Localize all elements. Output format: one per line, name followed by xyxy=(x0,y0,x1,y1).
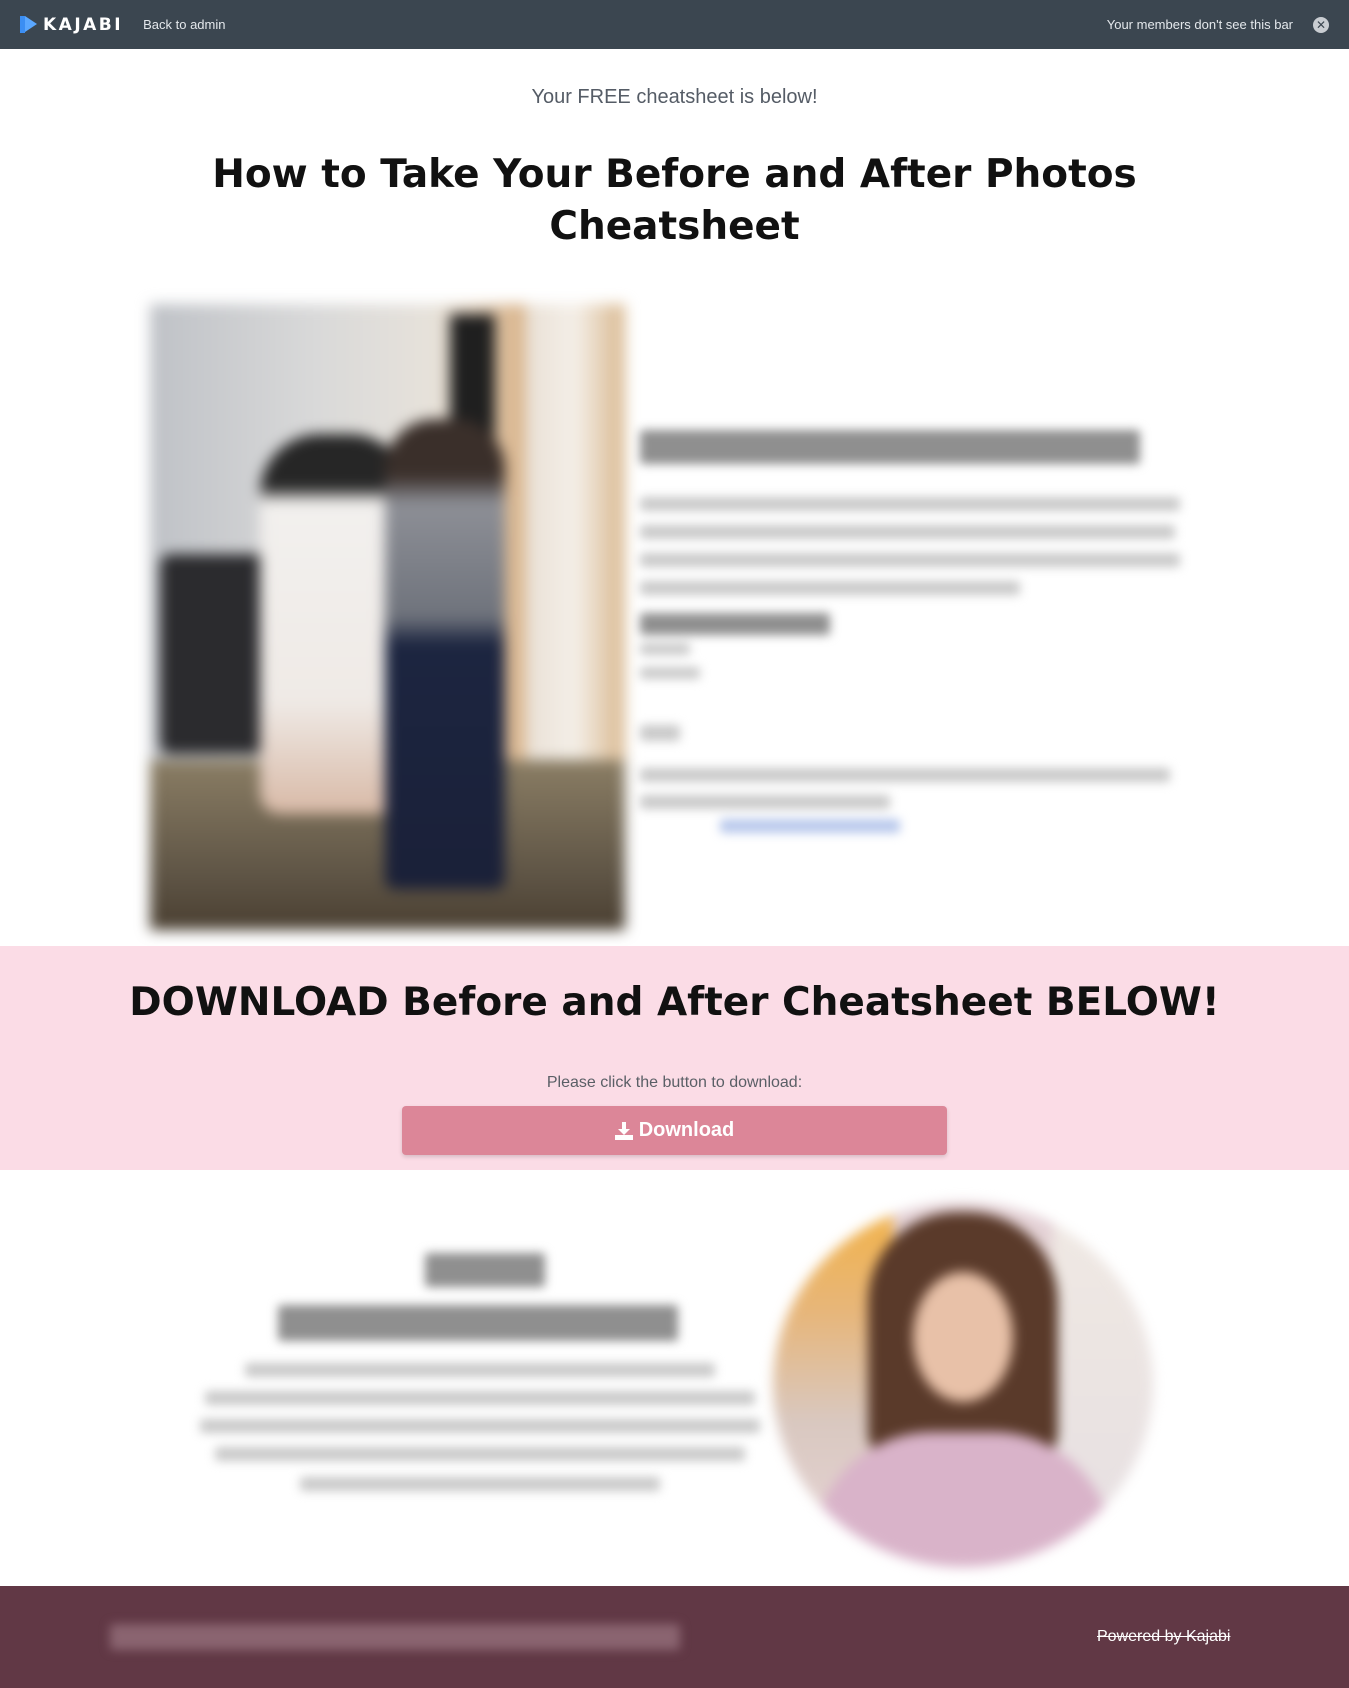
download-instructions: Please click the button to download: xyxy=(546,1074,803,1091)
download-section: DOWNLOAD Before and After Cheatsheet BEL… xyxy=(0,946,1349,1170)
kajabi-logo[interactable]: KAJABI xyxy=(20,15,123,35)
author-portrait xyxy=(773,1202,1153,1567)
kajabi-logo-icon xyxy=(20,16,37,33)
back-to-admin-link[interactable]: Back to admin xyxy=(143,17,225,32)
download-button-label: Download xyxy=(638,1119,735,1141)
about-blurred-text xyxy=(200,1245,760,1505)
download-icon xyxy=(614,1121,633,1140)
download-heading: DOWNLOAD Before and After Cheatsheet BEL… xyxy=(129,980,1220,1025)
powered-by-link[interactable]: Powered by Kajabi xyxy=(1097,1628,1230,1646)
page-title: How to Take Your Before and After Photos… xyxy=(212,152,1137,249)
close-icon[interactable]: ✕ xyxy=(1313,16,1329,33)
description-blurred-text xyxy=(640,425,1180,835)
intro-text: Your FREE cheatsheet is below! xyxy=(531,86,818,108)
admin-bar: KAJABI Back to admin Your members don't … xyxy=(0,0,1349,49)
admin-bar-note: Your members don't see this bar xyxy=(1106,17,1293,32)
footer: Powered by Kajabi xyxy=(0,1586,1349,1688)
kajabi-logo-text: KAJABI xyxy=(43,14,124,35)
footer-blurred-text xyxy=(110,1618,680,1658)
cheatsheet-photo xyxy=(150,304,625,930)
download-button[interactable]: Download xyxy=(402,1106,947,1155)
